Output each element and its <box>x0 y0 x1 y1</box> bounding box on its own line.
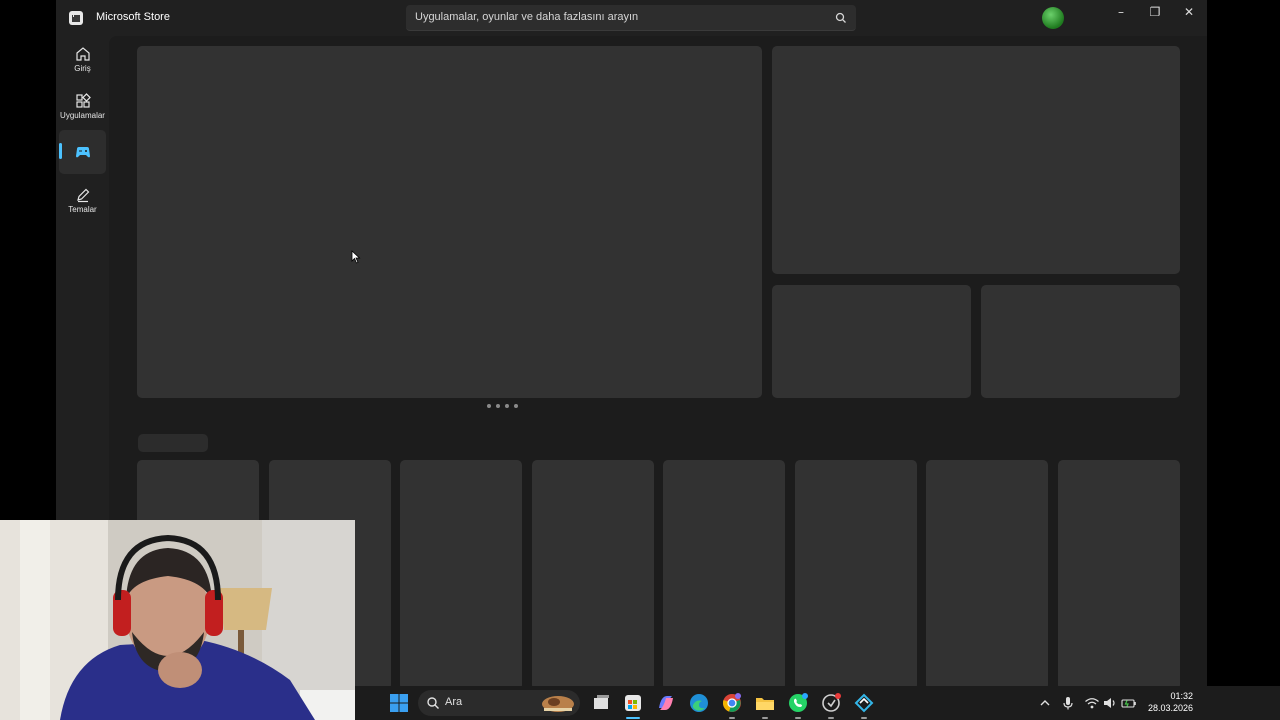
pager-dot[interactable] <box>514 404 518 408</box>
search-icon <box>427 697 439 709</box>
clock-time: 01:32 <box>1170 691 1193 701</box>
hero-carousel-placeholder[interactable] <box>137 46 762 398</box>
taskbar-search-label: Ara <box>445 696 463 708</box>
pager-dot[interactable] <box>496 404 500 408</box>
search-placeholder[interactable]: Uygulamalar, oyunlar ve daha fazlasını a… <box>415 11 638 23</box>
nav-item-themes[interactable]: Temalar <box>59 181 106 225</box>
battery-icon[interactable] <box>1121 695 1137 711</box>
nav-item-gaming[interactable] <box>59 130 106 174</box>
card-placeholder[interactable] <box>663 460 785 688</box>
taskbar-search[interactable]: Ara <box>418 690 580 716</box>
home-icon <box>75 47 90 61</box>
webcam-person-image <box>0 520 355 720</box>
card-placeholder[interactable] <box>400 460 522 688</box>
volume-icon[interactable] <box>1102 695 1118 711</box>
featured-placeholder-small-1[interactable] <box>772 285 971 398</box>
close-button[interactable]: ✕ <box>1172 0 1206 24</box>
user-avatar[interactable] <box>1042 7 1064 29</box>
widgets-image <box>542 696 574 712</box>
task-view-icon[interactable] <box>590 692 612 714</box>
pen-icon <box>76 188 89 203</box>
app-icon[interactable] <box>820 692 842 714</box>
wifi-icon[interactable] <box>1084 695 1100 711</box>
microphone-icon[interactable] <box>1060 695 1076 711</box>
running-indicator <box>861 717 867 719</box>
running-indicator <box>795 717 801 719</box>
carousel-pager[interactable] <box>487 404 527 410</box>
section-title-placeholder <box>138 434 208 452</box>
search-icon[interactable] <box>834 11 848 25</box>
card-placeholder[interactable] <box>926 460 1048 688</box>
card-placeholder[interactable] <box>532 460 654 688</box>
card-placeholder[interactable] <box>1058 460 1180 688</box>
featured-placeholder-large[interactable] <box>772 46 1180 274</box>
restore-button[interactable]: ❐ <box>1138 0 1172 24</box>
file-explorer-icon[interactable] <box>754 692 776 714</box>
store-app-icon <box>69 11 83 25</box>
nav-label-themes: Temalar <box>68 205 97 214</box>
featured-placeholder-small-2[interactable] <box>981 285 1180 398</box>
running-indicator <box>762 717 768 719</box>
active-indicator <box>59 143 62 159</box>
active-app-indicator <box>626 717 640 719</box>
copilot-icon[interactable] <box>655 692 677 714</box>
running-indicator <box>729 717 735 719</box>
store-icon[interactable] <box>622 692 644 714</box>
vpn-icon[interactable] <box>853 692 875 714</box>
clock-date: 28.03.2026 <box>1147 703 1193 713</box>
title-bar: Microsoft Store Uygulamalar, oyunlar ve … <box>56 0 1207 36</box>
nav-item-home[interactable]: Giriş <box>59 40 106 84</box>
clock[interactable]: 01:32 28.03.2026 <box>1148 690 1193 714</box>
pager-dot[interactable] <box>505 404 509 408</box>
search-box[interactable]: Uygulamalar, oyunlar ve daha fazlasını a… <box>406 5 856 31</box>
card-placeholder[interactable] <box>795 460 917 688</box>
desktop: Microsoft Store Uygulamalar, oyunlar ve … <box>0 0 1280 720</box>
nav-label-apps: Uygulamalar <box>60 111 105 120</box>
gaming-icon <box>75 147 90 158</box>
left-nav: Giriş Uygulamalar Temalar <box>56 36 109 236</box>
mouse-cursor-icon <box>351 250 361 264</box>
taskbar: Ara 01:32 28.03.2026 <box>355 686 1280 720</box>
chevron-up-icon[interactable] <box>1037 695 1053 711</box>
edge-icon[interactable] <box>688 692 710 714</box>
webcam-overlay <box>0 520 355 720</box>
pager-dot[interactable] <box>487 404 491 408</box>
nav-item-apps[interactable]: Uygulamalar <box>59 87 106 131</box>
app-title: Microsoft Store <box>96 11 170 23</box>
whatsapp-icon[interactable] <box>787 692 809 714</box>
chrome-icon[interactable] <box>721 692 743 714</box>
running-indicator <box>828 717 834 719</box>
start-icon[interactable] <box>388 692 410 714</box>
apps-icon <box>75 93 91 108</box>
minimize-button[interactable]: – <box>1104 0 1138 24</box>
nav-label-home: Giriş <box>74 64 91 73</box>
